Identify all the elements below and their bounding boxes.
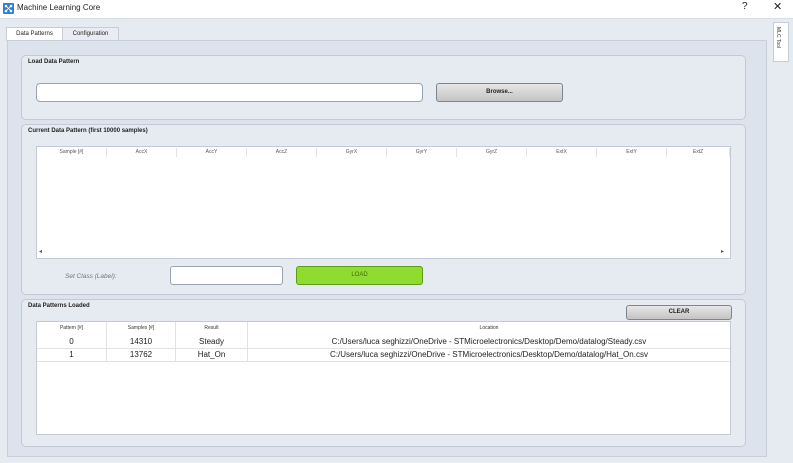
side-tab-label: MLC Tool — [775, 27, 781, 49]
pattern-cell: 1 — [69, 350, 74, 359]
column-header: Result — [204, 325, 219, 331]
close-button[interactable]: ✕ — [773, 0, 782, 13]
samples-grid[interactable]: Sample [#] AccX AccY AccZ GyrX GyrY GyrZ… — [36, 146, 731, 259]
column-header: Pattern [#] — [59, 325, 84, 331]
loaded-patterns-table: Pattern [#] Samples [#] Result Location … — [36, 321, 731, 435]
tab-data-patterns[interactable]: Data Patterns — [6, 27, 63, 41]
class-label-input[interactable] — [170, 266, 283, 285]
side-tab-mlc-tool[interactable]: MLC Tool — [773, 22, 789, 62]
column-header: Location — [479, 325, 499, 331]
set-class-label: Set Class (Label): — [65, 273, 117, 280]
column-header: ExtX — [527, 148, 597, 157]
samples-cell: 14310 — [129, 337, 153, 346]
load-button[interactable]: LOAD — [296, 266, 423, 285]
load-data-pattern-title: Load Data Pattern — [28, 59, 80, 65]
pattern-cell: 0 — [69, 337, 74, 346]
load-data-pattern-group: Load Data Pattern Browse... — [21, 55, 746, 120]
clear-button[interactable]: CLEAR — [626, 305, 732, 320]
column-header: GyrY — [387, 148, 457, 157]
column-header: ExtY — [597, 148, 667, 157]
browse-button[interactable]: Browse... — [436, 83, 563, 102]
scroll-left-arrow[interactable]: ◂ — [39, 248, 42, 255]
help-button[interactable]: ? — [742, 1, 748, 12]
result-cell: Steady — [199, 337, 224, 346]
row-divider — [37, 361, 730, 362]
file-path-input[interactable] — [36, 83, 423, 102]
result-cell: Hat_On — [197, 350, 226, 359]
app-logo-icon — [3, 3, 14, 14]
current-data-pattern-group: Current Data Pattern (first 10000 sample… — [21, 124, 746, 295]
column-header: AccX — [107, 148, 177, 157]
tab-configuration[interactable]: Configuration — [62, 27, 119, 40]
column-header: Samples [#] — [127, 325, 155, 331]
location-cell: C:/Users/luca seghizzi/OneDrive - STMicr… — [330, 350, 648, 359]
current-data-pattern-title: Current Data Pattern (first 10000 sample… — [28, 128, 148, 134]
window-title: Machine Learning Core — [17, 3, 101, 12]
location-cell: C:/Users/luca seghizzi/OneDrive - STMicr… — [331, 337, 647, 346]
scroll-right-arrow[interactable]: ▸ — [721, 248, 724, 255]
column-header: ExtZ — [667, 148, 730, 157]
column-header: Sample [#] — [37, 148, 107, 157]
column-header: GyrX — [317, 148, 387, 157]
samples-cell: 13762 — [129, 350, 153, 359]
column-header: AccZ — [247, 148, 317, 157]
column-header: GyrZ — [457, 148, 527, 157]
data-patterns-loaded-group: Data Patterns Loaded CLEAR Pattern [#] S… — [21, 299, 746, 447]
title-bar: Machine Learning Core ? ✕ — [0, 0, 793, 19]
data-patterns-loaded-title: Data Patterns Loaded — [28, 303, 90, 309]
row-divider — [37, 348, 730, 349]
column-header: AccY — [177, 148, 247, 157]
